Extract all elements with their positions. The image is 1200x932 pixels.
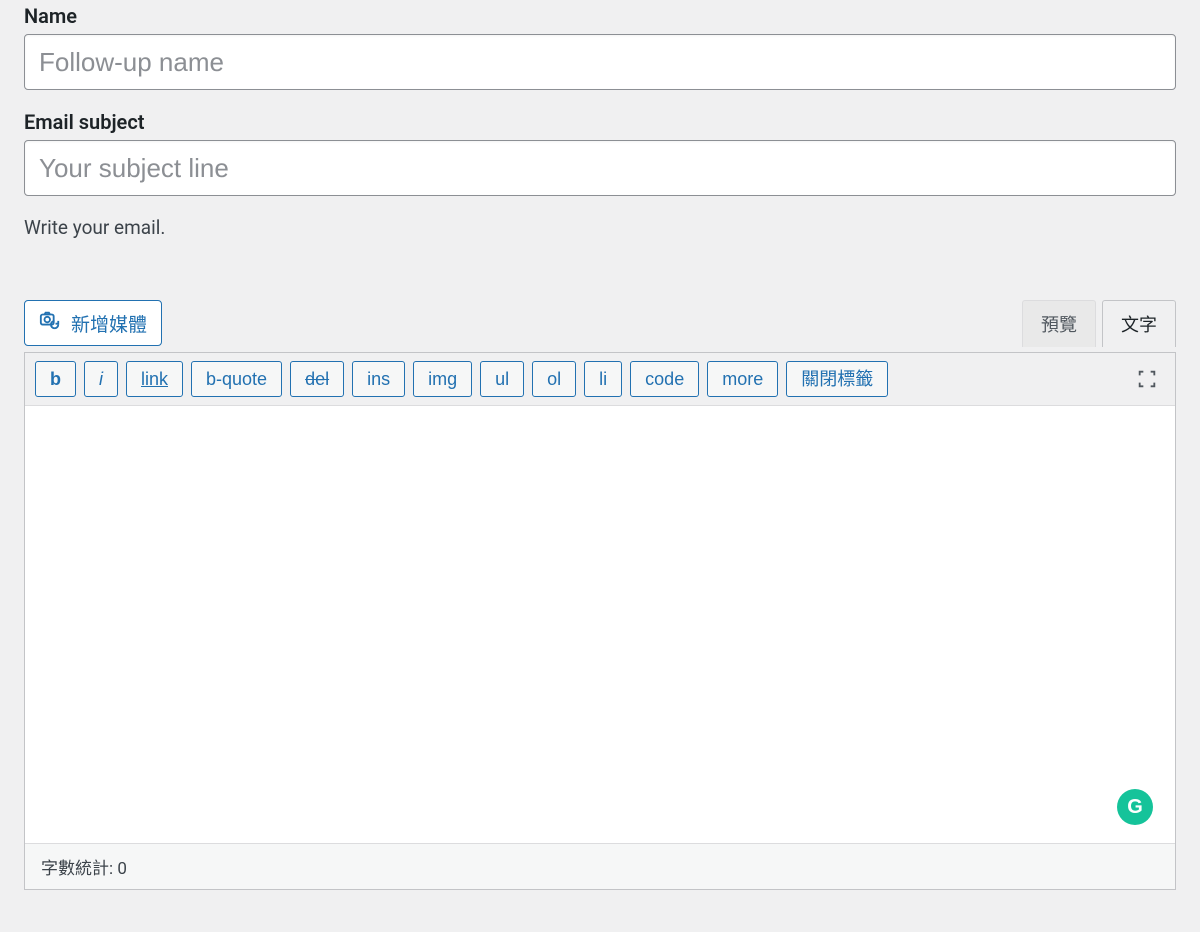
toolbar-bold-button[interactable]: b (35, 361, 76, 397)
toolbar-li-button[interactable]: li (584, 361, 622, 397)
toolbar-italic-button[interactable]: i (84, 361, 118, 397)
help-text: Write your email. (24, 216, 1176, 239)
name-field-group: Name (24, 4, 1176, 90)
add-media-label: 新增媒體 (71, 310, 147, 337)
editor-area: G (25, 406, 1175, 844)
toolbar-ol-button[interactable]: ol (532, 361, 576, 397)
add-media-button[interactable]: 新增媒體 (24, 300, 162, 346)
fullscreen-icon[interactable] (1135, 367, 1159, 391)
toolbar-link-button[interactable]: link (126, 361, 183, 397)
toolbar-more-button[interactable]: more (707, 361, 778, 397)
editor-container: b i link b-quote del ins img ul ol li co… (24, 352, 1176, 890)
word-count-value: 0 (117, 859, 127, 879)
toolbar-ins-button[interactable]: ins (352, 361, 405, 397)
toolbar-bquote-button[interactable]: b-quote (191, 361, 282, 397)
toolbar-ul-button[interactable]: ul (480, 361, 524, 397)
grammarly-icon[interactable]: G (1117, 789, 1153, 825)
toolbar-close-tags-button[interactable]: 關閉標籤 (786, 361, 888, 397)
tab-preview[interactable]: 預覽 (1022, 300, 1096, 347)
editor-topbar: 新增媒體 預覽 文字 (24, 299, 1176, 346)
email-body-textarea[interactable] (25, 406, 1175, 843)
tab-text[interactable]: 文字 (1102, 300, 1176, 347)
toolbar-img-button[interactable]: img (413, 361, 472, 397)
word-count-label: 字數統計: (41, 859, 117, 879)
editor-status-bar: 字數統計: 0 (25, 844, 1175, 889)
toolbar-del-button[interactable]: del (290, 361, 344, 397)
email-subject-input[interactable] (24, 140, 1176, 196)
name-input[interactable] (24, 34, 1176, 90)
editor-tabs: 預覽 文字 (1016, 299, 1176, 346)
toolbar-code-button[interactable]: code (630, 361, 699, 397)
editor-toolbar: b i link b-quote del ins img ul ol li co… (25, 353, 1175, 406)
name-label: Name (24, 4, 1176, 28)
camera-icon (39, 309, 61, 337)
email-subject-field-group: Email subject (24, 110, 1176, 196)
email-subject-label: Email subject (24, 110, 1176, 134)
